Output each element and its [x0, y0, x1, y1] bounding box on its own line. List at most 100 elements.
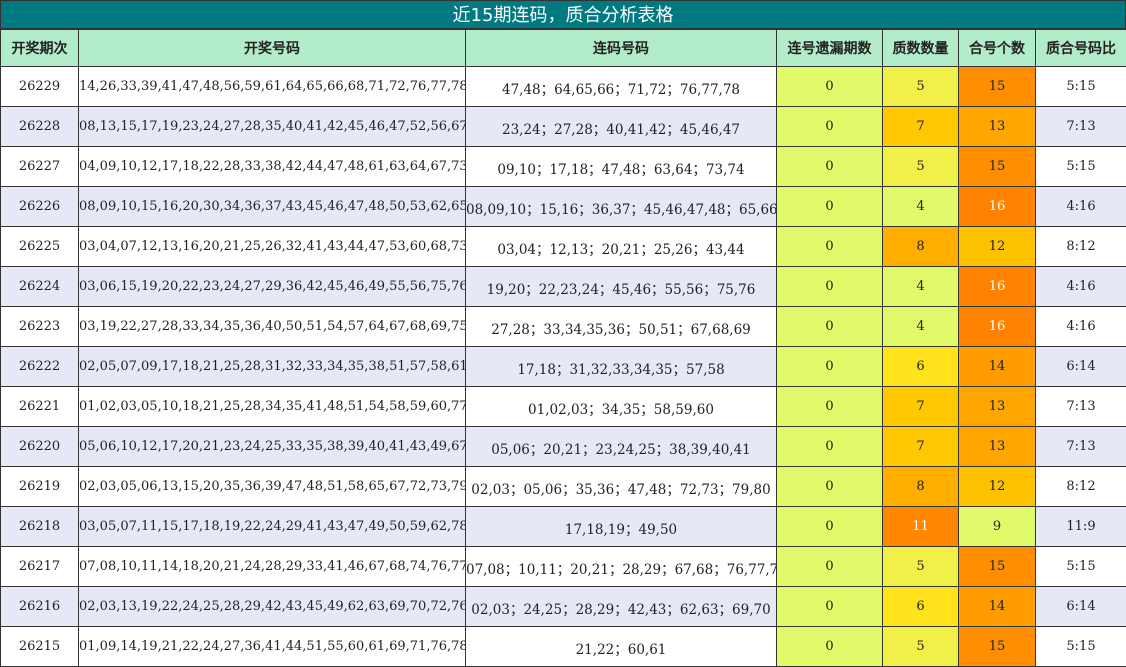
miss-cell: 0 [777, 187, 883, 227]
table-row: 2622202,05,07,09,17,18,21,25,28,31,32,33… [1, 347, 1126, 387]
lianma-cell: 08,09,10；15,16；36,37；45,46,47,48；65,66 [466, 187, 777, 227]
numbers-cell: 03,19,22,27,28,33,34,35,36,40,50,51,54,5… [79, 307, 466, 347]
miss-cell: 0 [777, 227, 883, 267]
period-cell: 26215 [1, 627, 79, 667]
table-row: 2621803,05,07,11,15,17,18,19,22,24,29,41… [1, 507, 1126, 547]
numbers-cell: 05,06,10,12,17,20,21,23,24,25,33,35,38,3… [79, 427, 466, 467]
miss-cell: 0 [777, 547, 883, 587]
numbers-cell: 04,09,10,12,17,18,22,28,33,38,42,44,47,4… [79, 147, 466, 187]
period-cell: 26229 [1, 67, 79, 107]
header-ratio: 质合号码比 [1036, 30, 1126, 67]
miss-cell: 0 [777, 387, 883, 427]
miss-cell: 0 [777, 467, 883, 507]
table-row: 2622503,04,07,12,13,16,20,21,25,26,32,41… [1, 227, 1126, 267]
miss-cell: 0 [777, 267, 883, 307]
table-row: 2621902,03,05,06,13,15,20,35,36,39,47,48… [1, 467, 1126, 507]
prime-count-cell: 8 [883, 227, 959, 267]
lianma-cell: 05,06；20,21；23,24,25；38,39,40,41 [466, 427, 777, 467]
numbers-cell: 08,09,10,15,16,20,30,34,36,37,43,45,46,4… [79, 187, 466, 227]
numbers-cell: 07,08,10,11,14,18,20,21,24,28,29,33,41,4… [79, 547, 466, 587]
ratio-cell: 4:16 [1036, 267, 1126, 307]
miss-cell: 0 [777, 307, 883, 347]
table-row: 2622303,19,22,27,28,33,34,35,36,40,50,51… [1, 307, 1126, 347]
header-row: 开奖期次 开奖号码 连码号码 连号遗漏期数 质数数量 合号个数 质合号码比 [1, 30, 1126, 67]
header-lianma: 连码号码 [466, 30, 777, 67]
lianma-cell: 17,18,19；49,50 [466, 507, 777, 547]
numbers-cell: 03,04,07,12,13,16,20,21,25,26,32,41,43,4… [79, 227, 466, 267]
period-cell: 26220 [1, 427, 79, 467]
prime-count-cell: 7 [883, 427, 959, 467]
ratio-cell: 5:15 [1036, 547, 1126, 587]
composite-count-cell: 9 [959, 507, 1036, 547]
lianma-cell: 01,02,03；34,35；58,59,60 [466, 387, 777, 427]
table-title: 近15期连码，质合分析表格 [0, 0, 1126, 29]
composite-count-cell: 14 [959, 347, 1036, 387]
miss-cell: 0 [777, 107, 883, 147]
ratio-cell: 5:15 [1036, 627, 1126, 667]
table-row: 2622704,09,10,12,17,18,22,28,33,38,42,44… [1, 147, 1126, 187]
table-row: 2622403,06,15,19,20,22,23,24,27,29,36,42… [1, 267, 1126, 307]
lianma-cell: 17,18；31,32,33,34,35；57,58 [466, 347, 777, 387]
period-cell: 26219 [1, 467, 79, 507]
header-numbers: 开奖号码 [79, 30, 466, 67]
numbers-cell: 01,09,14,19,21,22,24,27,36,41,44,51,55,6… [79, 627, 466, 667]
prime-count-cell: 6 [883, 347, 959, 387]
lianma-cell: 03,04；12,13；20,21；25,26；43,44 [466, 227, 777, 267]
period-cell: 26226 [1, 187, 79, 227]
composite-count-cell: 12 [959, 467, 1036, 507]
composite-count-cell: 15 [959, 547, 1036, 587]
composite-count-cell: 15 [959, 147, 1036, 187]
table-row: 2622914,26,33,39,41,47,48,56,59,61,64,65… [1, 67, 1126, 107]
numbers-cell: 02,03,05,06,13,15,20,35,36,39,47,48,51,5… [79, 467, 466, 507]
period-cell: 26216 [1, 587, 79, 627]
table-row: 2622608,09,10,15,16,20,30,34,36,37,43,45… [1, 187, 1126, 227]
numbers-cell: 03,06,15,19,20,22,23,24,27,29,36,42,45,4… [79, 267, 466, 307]
numbers-cell: 02,05,07,09,17,18,21,25,28,31,32,33,34,3… [79, 347, 466, 387]
period-cell: 26223 [1, 307, 79, 347]
numbers-cell: 01,02,03,05,10,18,21,25,28,34,35,41,48,5… [79, 387, 466, 427]
prime-count-cell: 11 [883, 507, 959, 547]
lianma-cell: 19,20；22,23,24；45,46；55,56；75,76 [466, 267, 777, 307]
miss-cell: 0 [777, 67, 883, 107]
ratio-cell: 5:15 [1036, 67, 1126, 107]
prime-count-cell: 6 [883, 587, 959, 627]
composite-count-cell: 13 [959, 387, 1036, 427]
miss-cell: 0 [777, 427, 883, 467]
numbers-cell: 03,05,07,11,15,17,18,19,22,24,29,41,43,4… [79, 507, 466, 547]
composite-count-cell: 13 [959, 427, 1036, 467]
period-cell: 26217 [1, 547, 79, 587]
ratio-cell: 5:15 [1036, 147, 1126, 187]
ratio-cell: 7:13 [1036, 387, 1126, 427]
ratio-cell: 4:16 [1036, 307, 1126, 347]
numbers-cell: 08,13,15,17,19,23,24,27,28,35,40,41,42,4… [79, 107, 466, 147]
table-row: 2621501,09,14,19,21,22,24,27,36,41,44,51… [1, 627, 1126, 667]
table-row: 2622808,13,15,17,19,23,24,27,28,35,40,41… [1, 107, 1126, 147]
ratio-cell: 7:13 [1036, 427, 1126, 467]
period-cell: 26222 [1, 347, 79, 387]
composite-count-cell: 16 [959, 307, 1036, 347]
table-row: 2622005,06,10,12,17,20,21,23,24,25,33,35… [1, 427, 1126, 467]
composite-count-cell: 16 [959, 267, 1036, 307]
period-cell: 26221 [1, 387, 79, 427]
lianma-cell: 23,24；27,28；40,41,42；45,46,47 [466, 107, 777, 147]
table-row: 2621707,08,10,11,14,18,20,21,24,28,29,33… [1, 547, 1126, 587]
miss-cell: 0 [777, 347, 883, 387]
ratio-cell: 7:13 [1036, 107, 1126, 147]
header-prime-count: 质数数量 [883, 30, 959, 67]
prime-count-cell: 7 [883, 107, 959, 147]
prime-count-cell: 4 [883, 267, 959, 307]
prime-count-cell: 7 [883, 387, 959, 427]
numbers-cell: 14,26,33,39,41,47,48,56,59,61,64,65,66,6… [79, 67, 466, 107]
period-cell: 26224 [1, 267, 79, 307]
prime-count-cell: 4 [883, 307, 959, 347]
ratio-cell: 4:16 [1036, 187, 1126, 227]
composite-count-cell: 16 [959, 187, 1036, 227]
miss-cell: 0 [777, 587, 883, 627]
lottery-analysis-table: 开奖期次 开奖号码 连码号码 连号遗漏期数 质数数量 合号个数 质合号码比 26… [0, 29, 1126, 667]
lianma-cell: 21,22；60,61 [466, 627, 777, 667]
numbers-cell: 02,03,13,19,22,24,25,28,29,42,43,45,49,6… [79, 587, 466, 627]
lianma-cell: 27,28；33,34,35,36；50,51；67,68,69 [466, 307, 777, 347]
lianma-cell: 02,03；05,06；35,36；47,48；72,73；79,80 [466, 467, 777, 507]
prime-count-cell: 5 [883, 67, 959, 107]
miss-cell: 0 [777, 627, 883, 667]
